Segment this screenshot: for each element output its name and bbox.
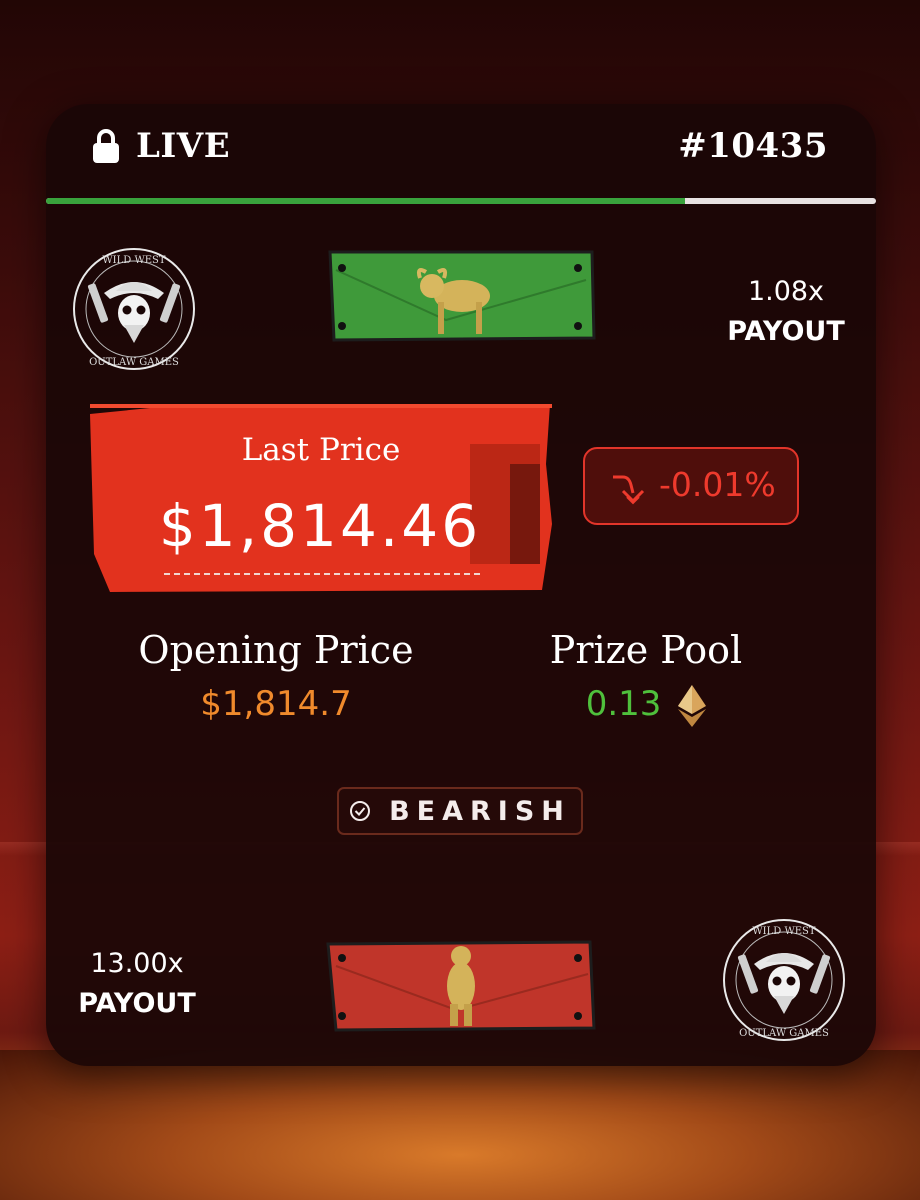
prize-pool-value: 0.13 xyxy=(585,684,662,724)
bear-plate-button[interactable] xyxy=(326,940,596,1032)
check-circle-icon xyxy=(350,801,371,821)
last-price-underline xyxy=(164,573,480,575)
bearish-selection-label: BEARISH xyxy=(389,795,571,827)
round-progress-fill xyxy=(46,198,686,204)
last-price-value: $1,814.46 xyxy=(158,492,482,560)
prize-pool-label: Prize Pool xyxy=(549,628,743,672)
logo-text-bottom: OUTLAW GAMES xyxy=(89,357,179,368)
live-status: LIVE xyxy=(136,126,231,166)
background-stage-floor xyxy=(0,1050,920,1200)
price-change-badge: -0.01% xyxy=(583,447,799,525)
outlaw-games-logo: WILD WEST OUTLAW GAMES xyxy=(73,248,195,370)
bull-plate-button[interactable] xyxy=(326,250,596,342)
prize-pool: 0.13 xyxy=(530,684,762,727)
round-progress-bar xyxy=(46,198,876,204)
bull-payout-multiplier: 1.08x xyxy=(747,276,825,307)
outlaw-games-logo-bottom: WILD WEST OUTLAW GAMES xyxy=(723,919,845,1041)
logo-text-bottom-2: OUTLAW GAMES xyxy=(739,1028,829,1039)
last-price-label: Last Price xyxy=(241,432,401,468)
bear-payout-multiplier: 13.00x xyxy=(90,948,184,979)
opening-price-value: $1,814.7 xyxy=(200,684,352,724)
bull-payout: 1.08x PAYOUT xyxy=(720,272,852,352)
bear-payout: 13.00x PAYOUT xyxy=(68,944,206,1024)
eth-icon xyxy=(678,684,707,727)
bull-payout-label: PAYOUT xyxy=(727,316,845,347)
bearish-selection-button[interactable]: BEARISH xyxy=(337,787,583,835)
opening-price-label: Opening Price xyxy=(138,628,414,672)
lock-icon xyxy=(93,129,119,163)
logo-text-top-2: WILD WEST xyxy=(752,926,815,937)
round-id: #10435 xyxy=(678,126,828,166)
logo-text-top: WILD WEST xyxy=(102,255,165,266)
bear-payout-label: PAYOUT xyxy=(78,988,196,1019)
trend-down-icon xyxy=(613,475,645,505)
price-change-value: -0.01% xyxy=(659,465,776,504)
